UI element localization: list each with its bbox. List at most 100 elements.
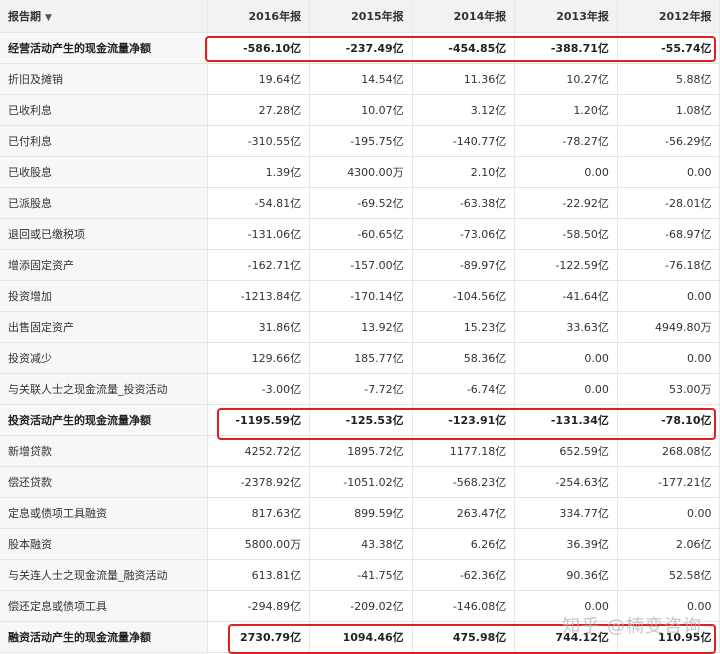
- table-row: 与关连人士之现金流量_融资活动 613.81亿 -41.75亿 -62.36亿 90.3…: [0, 559, 720, 591]
- value-cell: 129.66亿: [207, 342, 311, 374]
- year-header[interactable]: 2013年报: [514, 0, 618, 33]
- row-label: 退回或已缴税项: [0, 218, 208, 250]
- row-label: 投资减少: [0, 342, 208, 374]
- table-row: 增添固定资产 -162.71亿 -157.00亿 -89.97亿 -122.59亿 -76…: [0, 249, 720, 281]
- row-label: 已收利息: [0, 94, 208, 126]
- value-cell: -131.06亿: [207, 218, 311, 250]
- value-cell: 5800.00万: [207, 528, 311, 560]
- value-cell: -1213.84亿: [207, 280, 311, 312]
- value-cell: 4949.80万: [617, 311, 720, 343]
- value-cell: -310.55亿: [207, 125, 311, 157]
- table-row: 经营活动产生的现金流量净额 -586.10亿 -237.49亿 -454.85亿 -38…: [0, 32, 720, 64]
- table-row: 投资减少 129.66亿 185.77亿 58.36亿 0.00 0.00: [0, 342, 720, 374]
- value-cell: 10.07亿: [309, 94, 413, 126]
- row-label: 已派股息: [0, 187, 208, 219]
- value-cell: 15.23亿: [412, 311, 516, 343]
- year-header[interactable]: 2014年报: [412, 0, 516, 33]
- year-header[interactable]: 2016年报: [207, 0, 311, 33]
- chevron-down-icon[interactable]: ▼: [45, 13, 52, 23]
- value-cell: 90.36亿: [514, 559, 618, 591]
- value-cell: -195.75亿: [309, 125, 413, 157]
- value-cell: -237.49亿: [309, 32, 413, 64]
- value-cell: 19.64亿: [207, 63, 311, 95]
- value-cell: 5.88亿: [617, 63, 720, 95]
- value-cell: 817.63亿: [207, 497, 311, 529]
- table-row: 已付利息 -310.55亿 -195.75亿 -140.77亿 -78.27亿 -56.2…: [0, 125, 720, 157]
- watermark: 知乎 @楠变咨询: [562, 616, 702, 637]
- row-label: 投资活动产生的现金流量净额: [0, 404, 208, 436]
- year-header[interactable]: 2012年报: [617, 0, 720, 33]
- value-cell: -41.75亿: [309, 559, 413, 591]
- value-cell: 27.28亿: [207, 94, 311, 126]
- value-cell: 13.92亿: [309, 311, 413, 343]
- value-cell: -568.23亿: [412, 466, 516, 498]
- value-cell: -586.10亿: [207, 32, 311, 64]
- value-cell: 0.00: [514, 373, 618, 405]
- value-cell: 10.27亿: [514, 63, 618, 95]
- value-cell: 0.00: [617, 156, 720, 188]
- value-cell: -162.71亿: [207, 249, 311, 281]
- period-header[interactable]: 报告期 ▼: [0, 0, 208, 33]
- row-label: 已付利息: [0, 125, 208, 157]
- table-row: 投资增加 -1213.84亿 -170.14亿 -104.56亿 -41.64亿 0.00: [0, 280, 720, 312]
- row-label: 已收股息: [0, 156, 208, 188]
- cashflow-table: 报告期 ▼ 2016年报 2015年报 2014年报 2013年报 2012年报 …: [0, 0, 720, 653]
- value-cell: -41.64亿: [514, 280, 618, 312]
- row-label: 出售固定资产: [0, 311, 208, 343]
- value-cell: 2.06亿: [617, 528, 720, 560]
- value-cell: -104.56亿: [412, 280, 516, 312]
- value-cell: 0.00: [514, 342, 618, 374]
- value-cell: -22.92亿: [514, 187, 618, 219]
- value-cell: -1051.02亿: [309, 466, 413, 498]
- row-label: 与关联人士之现金流量_投资活动: [0, 373, 208, 405]
- value-cell: 2.10亿: [412, 156, 516, 188]
- row-label: 定息或债项工具融资: [0, 497, 208, 529]
- value-cell: 1.08亿: [617, 94, 720, 126]
- value-cell: 268.08亿: [617, 435, 720, 467]
- table-row: 退回或已缴税项 -131.06亿 -60.65亿 -73.06亿 -58.50亿 -68.…: [0, 218, 720, 250]
- value-cell: 36.39亿: [514, 528, 618, 560]
- table-row: 折旧及摊销 19.64亿 14.54亿 11.36亿 10.27亿 5.88亿: [0, 63, 720, 95]
- value-cell: 4252.72亿: [207, 435, 311, 467]
- row-label: 经营活动产生的现金流量净额: [0, 32, 208, 64]
- row-label: 增添固定资产: [0, 249, 208, 281]
- value-cell: 185.77亿: [309, 342, 413, 374]
- row-label: 股本融资: [0, 528, 208, 560]
- value-cell: -388.71亿: [514, 32, 618, 64]
- value-cell: -177.21亿: [617, 466, 720, 498]
- table-row: 偿还贷款 -2378.92亿 -1051.02亿 -568.23亿 -254.63亿 -1…: [0, 466, 720, 498]
- table-row: 出售固定资产 31.86亿 13.92亿 15.23亿 33.63亿 4949.80万: [0, 311, 720, 343]
- header-row: 报告期 ▼ 2016年报 2015年报 2014年报 2013年报 2012年报: [0, 0, 720, 33]
- value-cell: -122.59亿: [514, 249, 618, 281]
- value-cell: 0.00: [514, 156, 618, 188]
- table-row: 新增贷款 4252.72亿 1895.72亿 1177.18亿 652.59亿 268.0…: [0, 435, 720, 467]
- value-cell: -146.08亿: [412, 590, 516, 622]
- value-cell: -1195.59亿: [207, 404, 311, 436]
- table-row: 股本融资 5800.00万 43.38亿 6.26亿 36.39亿 2.06亿: [0, 528, 720, 560]
- value-cell: -78.10亿: [617, 404, 720, 436]
- value-cell: 2730.79亿: [207, 621, 311, 653]
- value-cell: -254.63亿: [514, 466, 618, 498]
- row-label: 折旧及摊销: [0, 63, 208, 95]
- table-row: 已收利息 27.28亿 10.07亿 3.12亿 1.20亿 1.08亿: [0, 94, 720, 126]
- value-cell: 33.63亿: [514, 311, 618, 343]
- value-cell: -28.01亿: [617, 187, 720, 219]
- value-cell: 52.58亿: [617, 559, 720, 591]
- value-cell: -55.74亿: [617, 32, 720, 64]
- table-row: 与关联人士之现金流量_投资活动 -3.00亿 -7.72亿 -6.74亿 0.00 53.…: [0, 373, 720, 405]
- value-cell: 0.00: [617, 497, 720, 529]
- value-cell: -73.06亿: [412, 218, 516, 250]
- value-cell: 1177.18亿: [412, 435, 516, 467]
- table-row: 已派股息 -54.81亿 -69.52亿 -63.38亿 -22.92亿 -28.01亿: [0, 187, 720, 219]
- value-cell: 1895.72亿: [309, 435, 413, 467]
- value-cell: 1.39亿: [207, 156, 311, 188]
- value-cell: -209.02亿: [309, 590, 413, 622]
- row-label: 与关连人士之现金流量_融资活动: [0, 559, 208, 591]
- value-cell: 475.98亿: [412, 621, 516, 653]
- year-header[interactable]: 2015年报: [309, 0, 413, 33]
- value-cell: -140.77亿: [412, 125, 516, 157]
- period-label: 报告期: [8, 10, 41, 23]
- value-cell: -63.38亿: [412, 187, 516, 219]
- row-label: 投资增加: [0, 280, 208, 312]
- value-cell: -294.89亿: [207, 590, 311, 622]
